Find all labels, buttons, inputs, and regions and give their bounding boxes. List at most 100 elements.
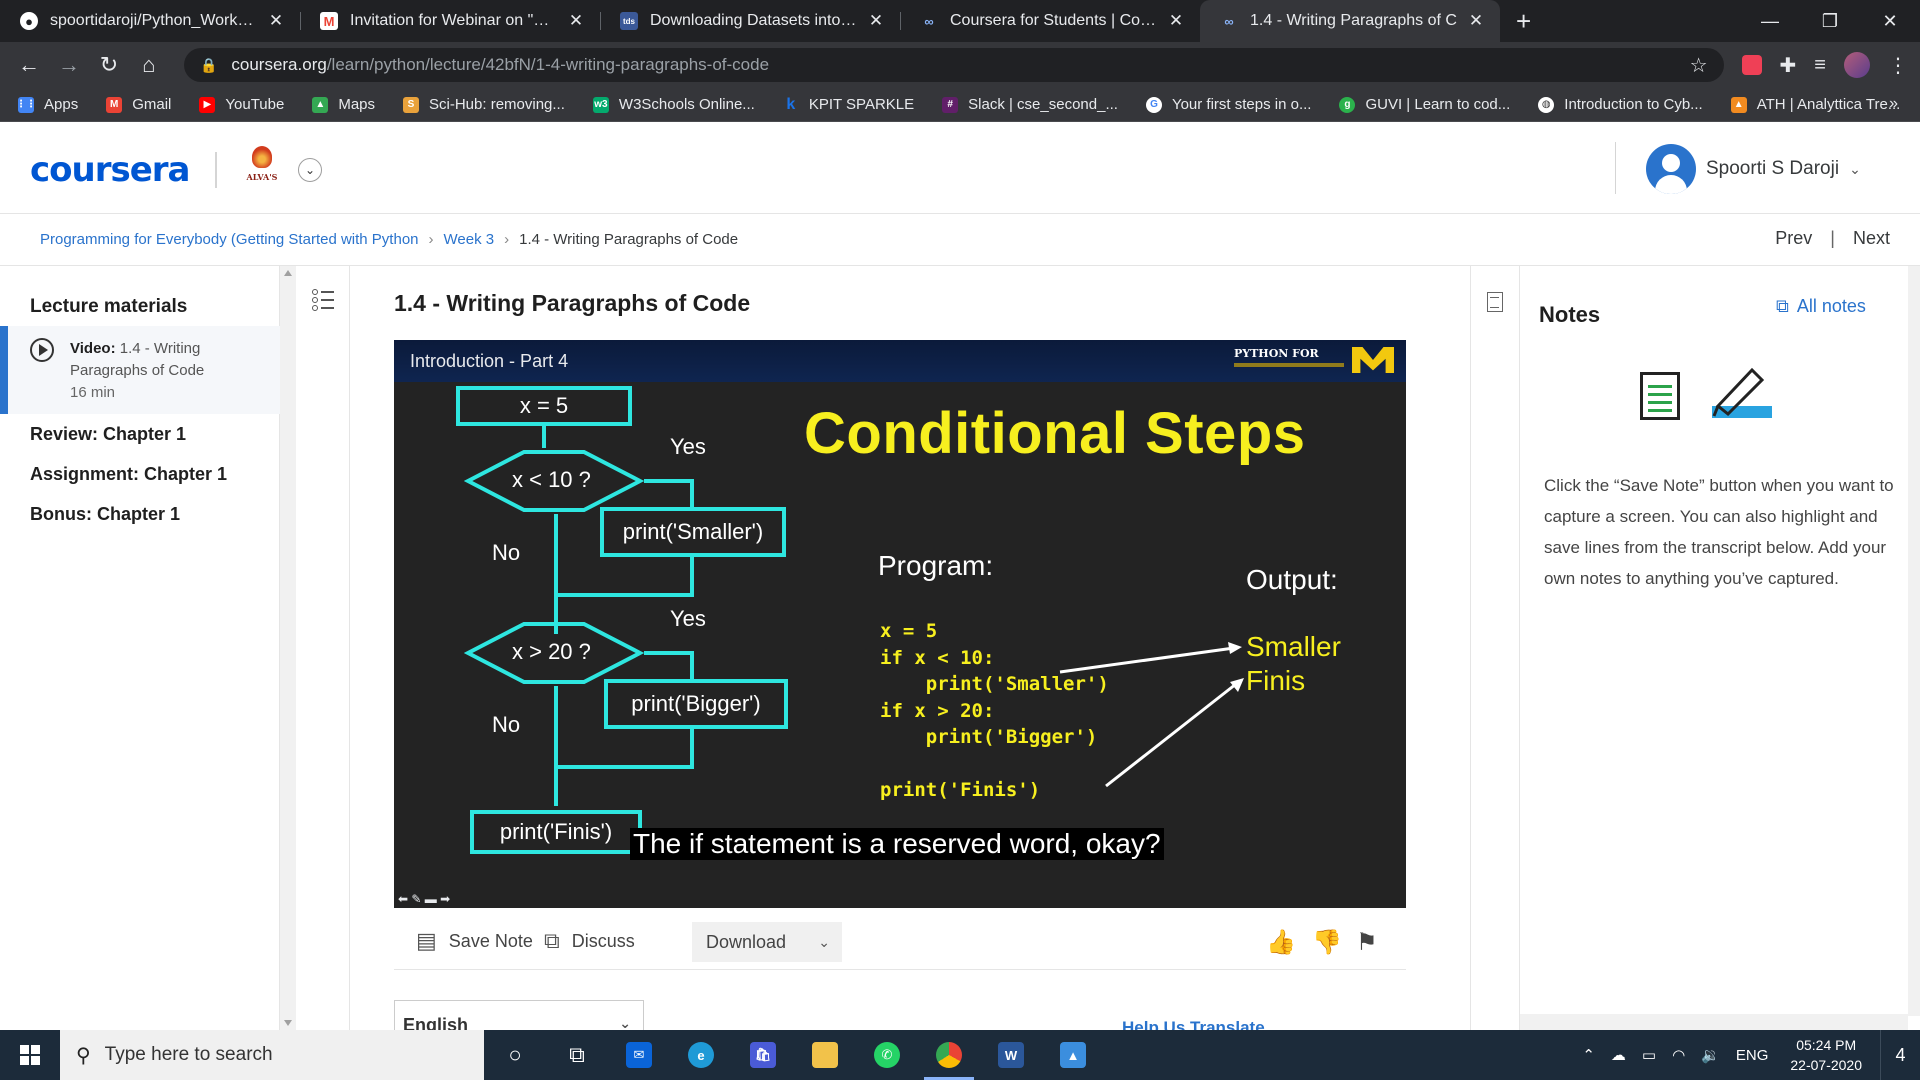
file-explorer-icon[interactable] — [794, 1030, 856, 1080]
bookmark-gmail[interactable]: M Gmail — [106, 96, 171, 113]
language-indicator[interactable]: ENG — [1736, 1047, 1769, 1064]
page-title: 1.4 - Writing Paragraphs of Code — [394, 290, 751, 316]
table-of-contents-icon[interactable] — [312, 288, 334, 311]
onedrive-icon[interactable]: ☁ — [1611, 1046, 1626, 1064]
bookmark-scihub[interactable]: S Sci-Hub: removing... — [403, 96, 565, 113]
bookmark-kpit[interactable]: k KPIT SPARKLE — [783, 96, 914, 114]
save-note-button[interactable]: ▤ Save Note — [416, 928, 533, 954]
new-tab-icon[interactable]: + — [1516, 0, 1531, 42]
breadcrumb-course[interactable]: Programming for Everybody (Getting Start… — [40, 231, 419, 248]
user-menu[interactable]: Spoorti S Daroji ⌄ — [1646, 144, 1861, 194]
sidebar-scrollbar[interactable] — [280, 266, 296, 1030]
address-bar[interactable]: 🔒 coursera.org /learn/python/lecture/42b… — [183, 48, 1724, 82]
flag-icon[interactable]: ⚑ — [1356, 928, 1378, 957]
tab-strip: ● spoortidaroji/Python_Workshop ✕ M Invi… — [0, 0, 1920, 42]
tab-coursera-students[interactable]: ∞ Coursera for Students | Coursera ✕ — [900, 0, 1200, 42]
coursera-logo[interactable]: coursera — [30, 150, 190, 190]
bookmark-slack[interactable]: # Slack | cse_second_... — [942, 96, 1118, 113]
scroll-up-icon[interactable] — [284, 270, 292, 276]
close-tab-icon[interactable]: ✕ — [866, 11, 886, 31]
bookmark-guvi[interactable]: g GUVI | Learn to cod... — [1339, 96, 1510, 113]
external-link-icon: ⧉ — [1776, 296, 1789, 316]
bookmark-label: ATH | Analyttica Tre... — [1756, 96, 1901, 113]
slide-arrows — [1059, 642, 1244, 788]
notes-panel: Notes ⧉ All notes Click the “Save Note” … — [1520, 266, 1920, 1030]
home-icon[interactable]: ⌂ — [132, 48, 166, 82]
edge-icon[interactable]: e — [670, 1030, 732, 1080]
close-tab-icon[interactable]: ✕ — [1166, 11, 1186, 31]
photos-icon[interactable]: ▲ — [1042, 1030, 1104, 1080]
tab-tds[interactable]: tds Downloading Datasets into Goog ✕ — [600, 0, 900, 42]
minimize-icon[interactable]: — — [1740, 0, 1800, 42]
menu-dots-icon[interactable]: ⋮ — [1888, 53, 1908, 78]
horizontal-scrollbar[interactable] — [1520, 1014, 1908, 1030]
scroll-down-icon[interactable] — [284, 1020, 292, 1026]
video-type-label: Video: — [70, 340, 116, 357]
show-hidden-icons-icon[interactable]: ⌃ — [1582, 1046, 1595, 1064]
volume-icon[interactable]: 🔉 — [1701, 1046, 1720, 1064]
discuss-button[interactable]: ⧉ Discuss — [544, 928, 635, 954]
bookmark-analyttica[interactable]: ▲ ATH | Analyttica Tre... — [1730, 96, 1901, 113]
clock[interactable]: 05:24 PM 22-07-2020 — [1790, 1035, 1862, 1075]
profile-avatar[interactable] — [1843, 52, 1870, 78]
maps-icon: ▲ — [312, 96, 329, 113]
reading-list-icon[interactable]: ≡ — [1814, 54, 1826, 77]
close-tab-icon[interactable]: ✕ — [1466, 11, 1486, 31]
tab-active-lecture[interactable]: ∞ 1.4 - Writing Paragraphs of C ✕ — [1200, 0, 1500, 42]
prev-button[interactable]: Prev — [1775, 228, 1812, 249]
thumbs-down-icon[interactable]: 👎 — [1312, 928, 1342, 957]
breadcrumb: Programming for Everybody (Getting Start… — [0, 214, 1920, 266]
bookmark-star-icon[interactable]: ☆ — [1690, 53, 1708, 78]
thumbs-up-icon[interactable]: 👍 — [1266, 928, 1296, 957]
word-icon[interactable]: W — [980, 1030, 1042, 1080]
notes-icon[interactable] — [1487, 292, 1503, 312]
bookmark-maps[interactable]: ▲ Maps — [312, 96, 375, 113]
mail-icon[interactable]: ✉ — [608, 1030, 670, 1080]
back-icon[interactable]: ← — [12, 48, 46, 82]
taskbar-search[interactable]: ⚲ Type here to search — [60, 1030, 484, 1080]
battery-icon[interactable]: ▭ — [1642, 1046, 1656, 1064]
slide-nav-icon[interactable]: ⬅ ✎ ▬ ➡ — [398, 892, 450, 906]
windows-logo-icon — [20, 1045, 40, 1065]
chrome-icon[interactable] — [918, 1030, 980, 1080]
search-icon: ⚲ — [76, 1044, 91, 1067]
reload-icon[interactable]: ↻ — [92, 48, 126, 82]
task-view-icon[interactable]: ⧉ — [546, 1030, 608, 1080]
page-scrollbar[interactable] — [1908, 266, 1920, 1016]
bookmark-youtube[interactable]: ▶ YouTube — [199, 96, 284, 113]
wifi-icon[interactable]: ◠ — [1672, 1046, 1685, 1064]
notes-title: Notes — [1539, 302, 1601, 327]
forward-icon[interactable]: → — [52, 48, 86, 82]
cortana-icon[interactable]: ○ — [484, 1030, 546, 1080]
close-window-icon[interactable]: ✕ — [1860, 0, 1920, 42]
sidebar-item-assignment[interactable]: Assignment: Chapter 1 — [30, 464, 227, 485]
tab-github[interactable]: ● spoortidaroji/Python_Workshop ✕ — [0, 0, 300, 42]
tab-gmail[interactable]: M Invitation for Webinar on "Role o ✕ — [300, 0, 600, 42]
notes-illustration — [1640, 362, 1780, 422]
more-bookmarks-icon[interactable]: » — [1889, 95, 1898, 113]
close-tab-icon[interactable]: ✕ — [566, 11, 586, 31]
pocket-extension-icon[interactable] — [1741, 55, 1762, 75]
clock-date: 22-07-2020 — [1790, 1057, 1862, 1073]
bookmark-google[interactable]: G Your first steps in o... — [1145, 96, 1311, 113]
sidebar-item-review[interactable]: Review: Chapter 1 — [30, 424, 186, 445]
video-player[interactable]: Introduction - Part 4 PYTHON FOR x = 5 x… — [394, 340, 1406, 908]
store-icon[interactable]: 🛍 — [732, 1030, 794, 1080]
bookmark-cyber[interactable]: ◍ Introduction to Cyb... — [1538, 96, 1703, 113]
sidebar-item-bonus[interactable]: Bonus: Chapter 1 — [30, 504, 180, 525]
download-dropdown[interactable]: Download ⌄ — [692, 922, 842, 962]
next-button[interactable]: Next — [1853, 228, 1890, 249]
bookmark-apps[interactable]: ⋮⋮ Apps — [16, 96, 78, 113]
chevron-down-icon[interactable]: ⌄ — [298, 158, 322, 182]
sidebar-item-active-video[interactable]: Video: 1.4 - Writing Paragraphs of Code … — [0, 326, 280, 414]
windows-start-button[interactable] — [0, 1030, 60, 1080]
bookmark-w3schools[interactable]: w3 W3Schools Online... — [592, 96, 755, 113]
extensions-puzzle-icon[interactable]: ✚ — [1780, 53, 1797, 78]
all-notes-link[interactable]: ⧉ All notes — [1776, 296, 1866, 317]
breadcrumb-week[interactable]: Week 3 — [444, 231, 495, 248]
restore-icon[interactable]: ❐ — [1800, 0, 1860, 42]
whatsapp-icon[interactable]: ✆ — [856, 1030, 918, 1080]
bookmark-label: Maps — [338, 96, 376, 113]
close-tab-icon[interactable]: ✕ — [266, 11, 286, 31]
notifications-icon[interactable]: 4 — [1880, 1030, 1920, 1080]
